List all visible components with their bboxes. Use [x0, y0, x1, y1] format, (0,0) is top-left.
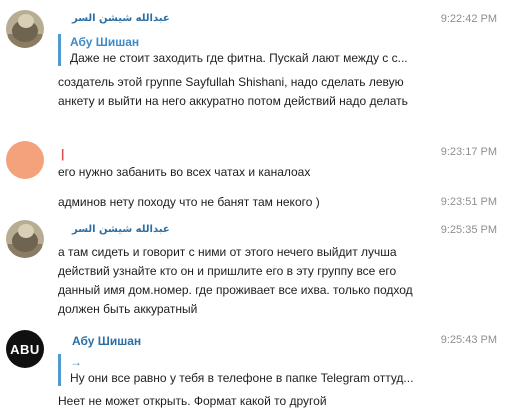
- sender-name[interactable]: عبدالله شيشن السر: [72, 224, 170, 235]
- reply-quote[interactable]: |: [58, 146, 64, 162]
- message-text: его нужно забанить во всех чатах и канал…: [58, 165, 311, 179]
- reply-mark: →: [70, 355, 82, 369]
- reply-quote[interactable]: → Ну они все равно у тебя в телефоне в п…: [58, 354, 413, 386]
- message-text: создатель этой группе Sayfullah Shishani…: [58, 75, 408, 108]
- reply-mark: |: [61, 147, 65, 161]
- message-time: 9:23:51 PM: [440, 196, 497, 208]
- user-avatar[interactable]: [6, 141, 44, 179]
- user-avatar[interactable]: ABU: [6, 330, 44, 368]
- sender-name[interactable]: Абу Шишан: [72, 334, 141, 348]
- message-time: 9:25:43 PM: [440, 334, 497, 346]
- reply-author: Абу Шишан: [70, 35, 140, 49]
- message-text: а там сидеть и говорит с ними от этого н…: [58, 245, 413, 316]
- message-time: 9:25:35 PM: [440, 224, 497, 236]
- avatar-logo: ABU: [10, 341, 40, 357]
- message-time: 9:22:42 PM: [440, 13, 497, 25]
- sender-name[interactable]: عبدالله شيشن السر: [72, 13, 170, 24]
- message-text: админов нету походу что не банят там нек…: [58, 195, 320, 209]
- user-avatar[interactable]: [6, 10, 44, 48]
- user-avatar[interactable]: [6, 220, 44, 258]
- reply-text: Ну они все равно у тебя в телефоне в пап…: [70, 371, 414, 385]
- reply-quote[interactable]: Абу Шишан Даже не стоит заходить где фит…: [58, 34, 408, 66]
- message-text: Неет не может открыть. Формат какой то д…: [58, 394, 327, 408]
- reply-text: Даже не стоит заходить где фитна. Пускай…: [70, 51, 408, 65]
- message-time: 9:23:17 PM: [440, 146, 497, 158]
